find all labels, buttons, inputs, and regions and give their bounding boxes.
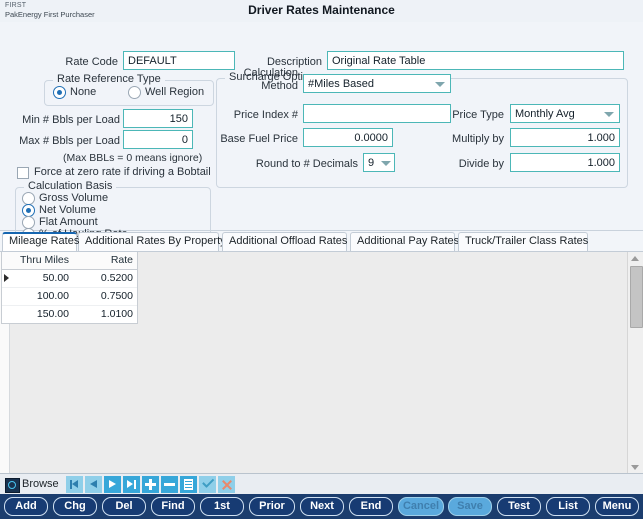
add-button[interactable]: Add xyxy=(4,497,48,516)
browse-label: Browse xyxy=(22,478,59,490)
divide-by-input[interactable]: 1.000 xyxy=(510,153,620,172)
price-type-label: Price Type xyxy=(452,109,504,121)
scrollbar-thumb[interactable] xyxy=(630,266,643,328)
edit-record-icon[interactable] xyxy=(180,476,197,493)
grid-panel: Thru Miles Rate 50.00 0.5200 100.00 0.75… xyxy=(0,251,643,474)
scroll-down-arrow-icon[interactable] xyxy=(631,465,639,470)
cancel-edit-icon[interactable] xyxy=(218,476,235,493)
price-index-label: Price Index # xyxy=(233,109,298,121)
table-row[interactable]: 150.00 1.0100 xyxy=(2,306,137,323)
driver-rates-maintenance-window: FIRST PakEnergy First Purchaser Driver R… xyxy=(0,0,643,519)
first-button[interactable]: 1st xyxy=(200,497,244,516)
column-header-thru-miles: Thru Miles xyxy=(19,254,69,266)
chg-button[interactable]: Chg xyxy=(53,497,97,516)
radio-rate-ref-well-region[interactable] xyxy=(128,86,141,99)
table-row[interactable]: 50.00 0.5200 xyxy=(2,270,137,288)
max-bbls-input[interactable]: 0 xyxy=(123,130,193,149)
cell-thru-miles: 100.00 xyxy=(36,290,69,302)
force-zero-rate-bobtail-checkbox[interactable] xyxy=(17,167,29,179)
round-decimals-dropdown[interactable]: 9 xyxy=(363,153,395,172)
del-button[interactable]: Del xyxy=(102,497,146,516)
form-panel: Rate Code DEFAULT Description Original R… xyxy=(0,22,643,241)
price-type-dropdown[interactable]: Monthly Avg xyxy=(510,104,620,123)
prior-record-icon[interactable] xyxy=(85,476,102,493)
multiply-by-input[interactable]: 1.000 xyxy=(510,128,620,147)
delete-record-icon[interactable] xyxy=(161,476,178,493)
table-header-row: Thru Miles Rate xyxy=(2,252,137,270)
table-row[interactable]: 100.00 0.7500 xyxy=(2,288,137,306)
grid-surface: Thru Miles Rate 50.00 0.5200 100.00 0.75… xyxy=(0,252,627,474)
radio-calc-basis-net-volume-label: Net Volume xyxy=(39,204,96,216)
chevron-down-icon xyxy=(381,161,391,166)
add-record-icon[interactable] xyxy=(142,476,159,493)
max-bbls-note: (Max BBLs = 0 means ignore) xyxy=(63,152,203,164)
find-button[interactable]: Find xyxy=(151,497,195,516)
rate-reference-type-caption: Rate Reference Type xyxy=(53,73,165,85)
tab-mileage-rates[interactable]: Mileage Rates xyxy=(2,232,79,251)
tab-truck-trailer-class-rates[interactable]: Truck/Trailer Class Rates xyxy=(458,232,588,251)
multiply-by-label: Multiply by xyxy=(452,133,504,145)
list-button[interactable]: List xyxy=(546,497,590,516)
scroll-up-arrow-icon[interactable] xyxy=(631,256,639,261)
description-input[interactable]: Original Rate Table xyxy=(327,51,624,70)
base-fuel-price-input[interactable]: 0.0000 xyxy=(303,128,393,147)
cell-rate: 1.0100 xyxy=(100,308,133,320)
radio-calc-basis-flat-amount-label: Flat Amount xyxy=(39,216,98,228)
min-bbls-label: Min # Bbls per Load xyxy=(22,114,120,126)
max-bbls-label: Max # Bbls per Load xyxy=(19,135,120,147)
cancel-button[interactable]: Cancel xyxy=(398,497,444,516)
base-fuel-price-label: Base Fuel Price xyxy=(220,133,298,145)
price-type-value: Monthly Avg xyxy=(515,108,575,120)
cell-thru-miles: 50.00 xyxy=(42,272,69,284)
rate-code-label: Rate Code xyxy=(65,56,118,68)
calculation-method-value: #Miles Based xyxy=(308,78,375,90)
calculation-method-label-line1: Calculation xyxy=(243,67,298,79)
window-titlebar: FIRST PakEnergy First Purchaser Driver R… xyxy=(0,0,643,23)
next-record-icon[interactable] xyxy=(104,476,121,493)
tab-additional-rates-by-property[interactable]: Additional Rates By Property xyxy=(78,232,226,251)
page-title: Driver Rates Maintenance xyxy=(248,3,395,17)
tab-additional-pay-rates[interactable]: Additional Pay Rates xyxy=(350,232,459,251)
current-row-marker-icon xyxy=(4,274,9,282)
force-zero-rate-bobtail-label: Force at zero rate if driving a Bobtail xyxy=(34,166,211,178)
column-header-rate: Rate xyxy=(110,254,133,266)
divide-by-label: Divide by xyxy=(458,158,504,170)
next-button[interactable]: Next xyxy=(300,497,344,516)
radio-calc-basis-gross-volume-label: Gross Volume xyxy=(39,192,109,204)
cell-thru-miles: 150.00 xyxy=(36,308,69,320)
calculation-basis-caption: Calculation Basis xyxy=(24,180,117,192)
radio-rate-ref-well-region-label: Well Region xyxy=(145,86,205,98)
mileage-rates-table: Thru Miles Rate 50.00 0.5200 100.00 0.75… xyxy=(1,252,138,324)
action-button-bar: Add Chg Del Find 1st Prior Next End Canc… xyxy=(0,494,643,519)
radio-rate-ref-none-label: None xyxy=(70,86,97,98)
end-button[interactable]: End xyxy=(349,497,393,516)
tab-strip: Mileage Rates Additional Rates By Proper… xyxy=(0,232,643,252)
first-record-icon[interactable] xyxy=(66,476,83,493)
save-button[interactable]: Save xyxy=(448,497,492,516)
calculation-method-label-line2: Method xyxy=(261,80,298,92)
grid-vertical-scrollbar[interactable] xyxy=(627,252,643,474)
calculation-method-dropdown[interactable]: #Miles Based xyxy=(303,74,451,93)
post-edit-icon[interactable] xyxy=(199,476,216,493)
menu-button[interactable]: Menu xyxy=(595,497,639,516)
browse-bar: Browse xyxy=(0,473,643,495)
chevron-down-icon xyxy=(604,112,614,117)
last-record-icon[interactable] xyxy=(123,476,140,493)
prior-button[interactable]: Prior xyxy=(249,497,295,516)
test-button[interactable]: Test xyxy=(497,497,541,516)
round-decimals-label: Round to # Decimals xyxy=(255,158,358,170)
cell-rate: 0.5200 xyxy=(100,272,133,284)
min-bbls-input[interactable]: 150 xyxy=(123,109,193,128)
tab-additional-offload-rates[interactable]: Additional Offload Rates xyxy=(222,232,347,251)
chevron-down-icon xyxy=(435,82,445,87)
browse-magnifier-icon xyxy=(5,478,20,493)
cell-rate: 0.7500 xyxy=(100,290,133,302)
round-decimals-value: 9 xyxy=(368,157,375,169)
radio-rate-ref-none[interactable] xyxy=(53,86,66,99)
